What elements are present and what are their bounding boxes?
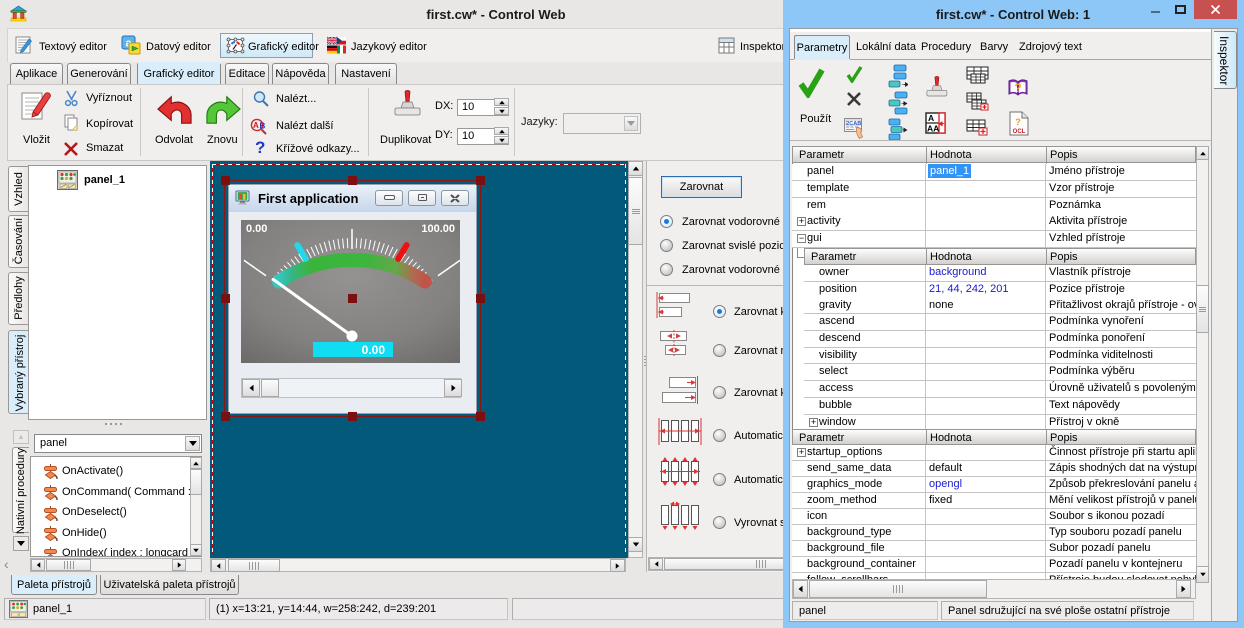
svg-text:2CAB: 2CAB <box>846 121 861 127</box>
svg-text:100.00: 100.00 <box>421 223 455 235</box>
svg-text:AA: AA <box>927 124 939 134</box>
svg-text:?: ? <box>1015 117 1021 127</box>
svg-text:A: A <box>253 121 259 130</box>
svg-text:0.00: 0.00 <box>246 223 267 235</box>
svg-text:OCL: OCL <box>1013 129 1026 135</box>
svg-text:?: ? <box>1014 81 1021 95</box>
svg-text:A: A <box>928 113 934 123</box>
svg-text:B: B <box>260 122 266 131</box>
